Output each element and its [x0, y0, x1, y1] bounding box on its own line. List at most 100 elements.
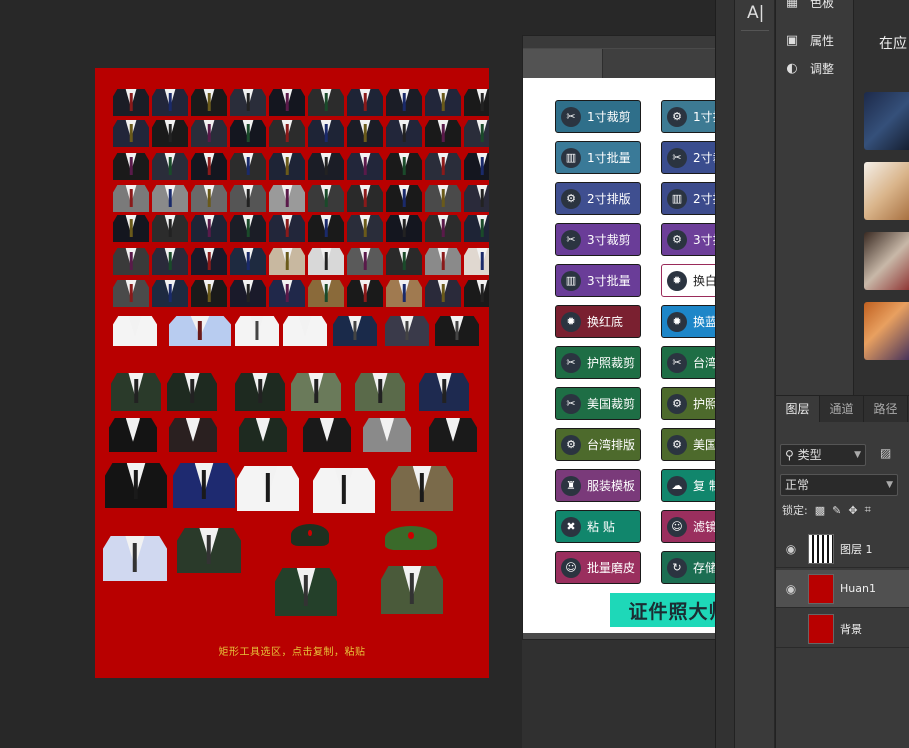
- collapsed-panel-strip[interactable]: [715, 0, 734, 748]
- plugin-button[interactable]: ♜ 服装模板: [555, 469, 641, 502]
- cap-template: [291, 524, 329, 546]
- suit-template: [177, 528, 241, 573]
- suit-template: [191, 215, 227, 242]
- document-canvas[interactable]: 矩形工具选区，点击复制，粘贴: [95, 68, 489, 678]
- plugin-button[interactable]: ✹ 换红底: [555, 305, 641, 338]
- suit-template: [269, 120, 305, 147]
- search-icon: ⚲: [785, 448, 798, 462]
- library-thumbnail[interactable]: [864, 302, 909, 360]
- suit-template: [173, 463, 235, 508]
- suit-template: [308, 280, 344, 307]
- suit-template: [230, 280, 266, 307]
- plugin-button[interactable]: ☺ 批量磨皮: [555, 551, 641, 584]
- gear-icon: ⚙: [667, 393, 687, 414]
- suit-template: [191, 89, 227, 116]
- tab-paths[interactable]: 路径: [864, 396, 908, 422]
- plugin-button[interactable]: ✂ 护照裁剪: [555, 346, 641, 379]
- suit-template: [191, 248, 227, 275]
- library-thumbnail[interactable]: [864, 232, 909, 290]
- suit-template: [386, 215, 422, 242]
- suit-template: [303, 418, 351, 452]
- suit-template: [464, 280, 489, 307]
- plugin-button-label: 3寸批量: [587, 274, 631, 288]
- adjustments-item[interactable]: ◐ 调整: [784, 60, 834, 77]
- suit-template: [230, 120, 266, 147]
- gear-icon: ⚙: [561, 434, 581, 455]
- save-icon: ↻: [667, 557, 687, 578]
- suit-template: [308, 185, 344, 212]
- library-thumbnail[interactable]: [864, 92, 909, 150]
- lock-pixels-icon[interactable]: ✎: [832, 504, 841, 517]
- blend-mode-label: 正常: [785, 478, 810, 492]
- suit-template: [113, 215, 149, 242]
- lock-artboard-icon[interactable]: ⌗: [865, 503, 871, 517]
- suit-template: [386, 153, 422, 180]
- chevron-down-icon: ▼: [854, 450, 861, 460]
- plugin-button[interactable]: ▥ 1寸批量: [555, 141, 641, 174]
- layer-row[interactable]: ◉ Huan1: [776, 570, 909, 608]
- suit-template: [235, 316, 279, 346]
- suit-template: [347, 248, 383, 275]
- layer-thumbnail: [808, 573, 834, 604]
- character-tool-icon[interactable]: A|: [747, 3, 764, 23]
- panel-icon-column: A|: [734, 0, 774, 748]
- suit-template: [113, 280, 149, 307]
- eye-icon[interactable]: ◉: [780, 542, 802, 556]
- suit-template: [347, 280, 383, 307]
- suit-template: [363, 418, 411, 452]
- suit-template: [391, 466, 453, 511]
- layers-panel: 图层 通道 路径 ⚲ 类型 ▼ ▨ 正常 ▼ 锁定: ▩ ✎ ✥ ⌗ ◉ 图层 …: [775, 395, 909, 748]
- shirt-icon: ♜: [561, 475, 581, 496]
- tab-layers[interactable]: 图层: [776, 396, 820, 422]
- suit-template: [169, 316, 231, 346]
- suit-template: [355, 373, 405, 411]
- plugin-button[interactable]: ✖ 粘 贴: [555, 510, 641, 543]
- grid-icon: ▦: [785, 0, 799, 10]
- plugin-button[interactable]: ✂ 1寸裁剪: [555, 100, 641, 133]
- tab-channels[interactable]: 通道: [820, 396, 864, 422]
- suit-template: [105, 463, 167, 508]
- suit-template: [386, 89, 422, 116]
- layer-row[interactable]: ◉ 图层 1: [776, 530, 909, 568]
- image-filter-icon[interactable]: ▨: [880, 446, 891, 460]
- layer-name: Huan1: [840, 582, 876, 595]
- plugin-button-label: 粘 贴: [587, 520, 615, 534]
- film-icon: ✹: [667, 311, 687, 332]
- plugin-button[interactable]: ▥ 3寸批量: [555, 264, 641, 297]
- plugin-button[interactable]: ✂ 美国裁剪: [555, 387, 641, 420]
- suit-template: [425, 248, 461, 275]
- plugin-button[interactable]: ⚙ 2寸排版: [555, 182, 641, 215]
- layer-name: 图层 1: [840, 542, 873, 556]
- suit-template: [230, 185, 266, 212]
- suit-template: [269, 248, 305, 275]
- suit-template: [435, 316, 479, 346]
- properties-item[interactable]: ▣ 属性: [784, 32, 834, 49]
- library-thumbnail[interactable]: [864, 162, 909, 220]
- layer-row[interactable]: 背景: [776, 610, 909, 648]
- suit-template: [152, 248, 188, 275]
- blend-mode-select[interactable]: 正常 ▼: [780, 474, 898, 496]
- lock-position-icon[interactable]: ✥: [848, 504, 857, 517]
- suit-template: [152, 153, 188, 180]
- suit-template: [239, 418, 287, 452]
- suit-template: [113, 185, 149, 212]
- suit-template: [381, 566, 443, 614]
- swatches-item[interactable]: ▦ 色板: [784, 0, 834, 11]
- suit-template: [464, 153, 489, 180]
- gear-icon: ⚙: [667, 106, 687, 127]
- film-icon: ✹: [667, 270, 687, 291]
- suit-template: [191, 120, 227, 147]
- lock-transparent-icon[interactable]: ▩: [815, 504, 825, 517]
- suit-template: [269, 153, 305, 180]
- suit-template: [464, 185, 489, 212]
- plugin-button[interactable]: ⚙ 台湾排版: [555, 428, 641, 461]
- plugin-tab[interactable]: [523, 49, 603, 78]
- layer-filter-select[interactable]: ⚲ 类型 ▼: [780, 444, 866, 466]
- suit-template: [275, 568, 337, 616]
- eye-icon[interactable]: ◉: [780, 582, 802, 596]
- plugin-button-label: 换红底: [587, 315, 624, 329]
- plugin-button[interactable]: ✂ 3寸裁剪: [555, 223, 641, 256]
- suit-template: [152, 89, 188, 116]
- portrait-icon: ☺: [667, 516, 687, 537]
- scissors-icon: ✂: [667, 352, 687, 373]
